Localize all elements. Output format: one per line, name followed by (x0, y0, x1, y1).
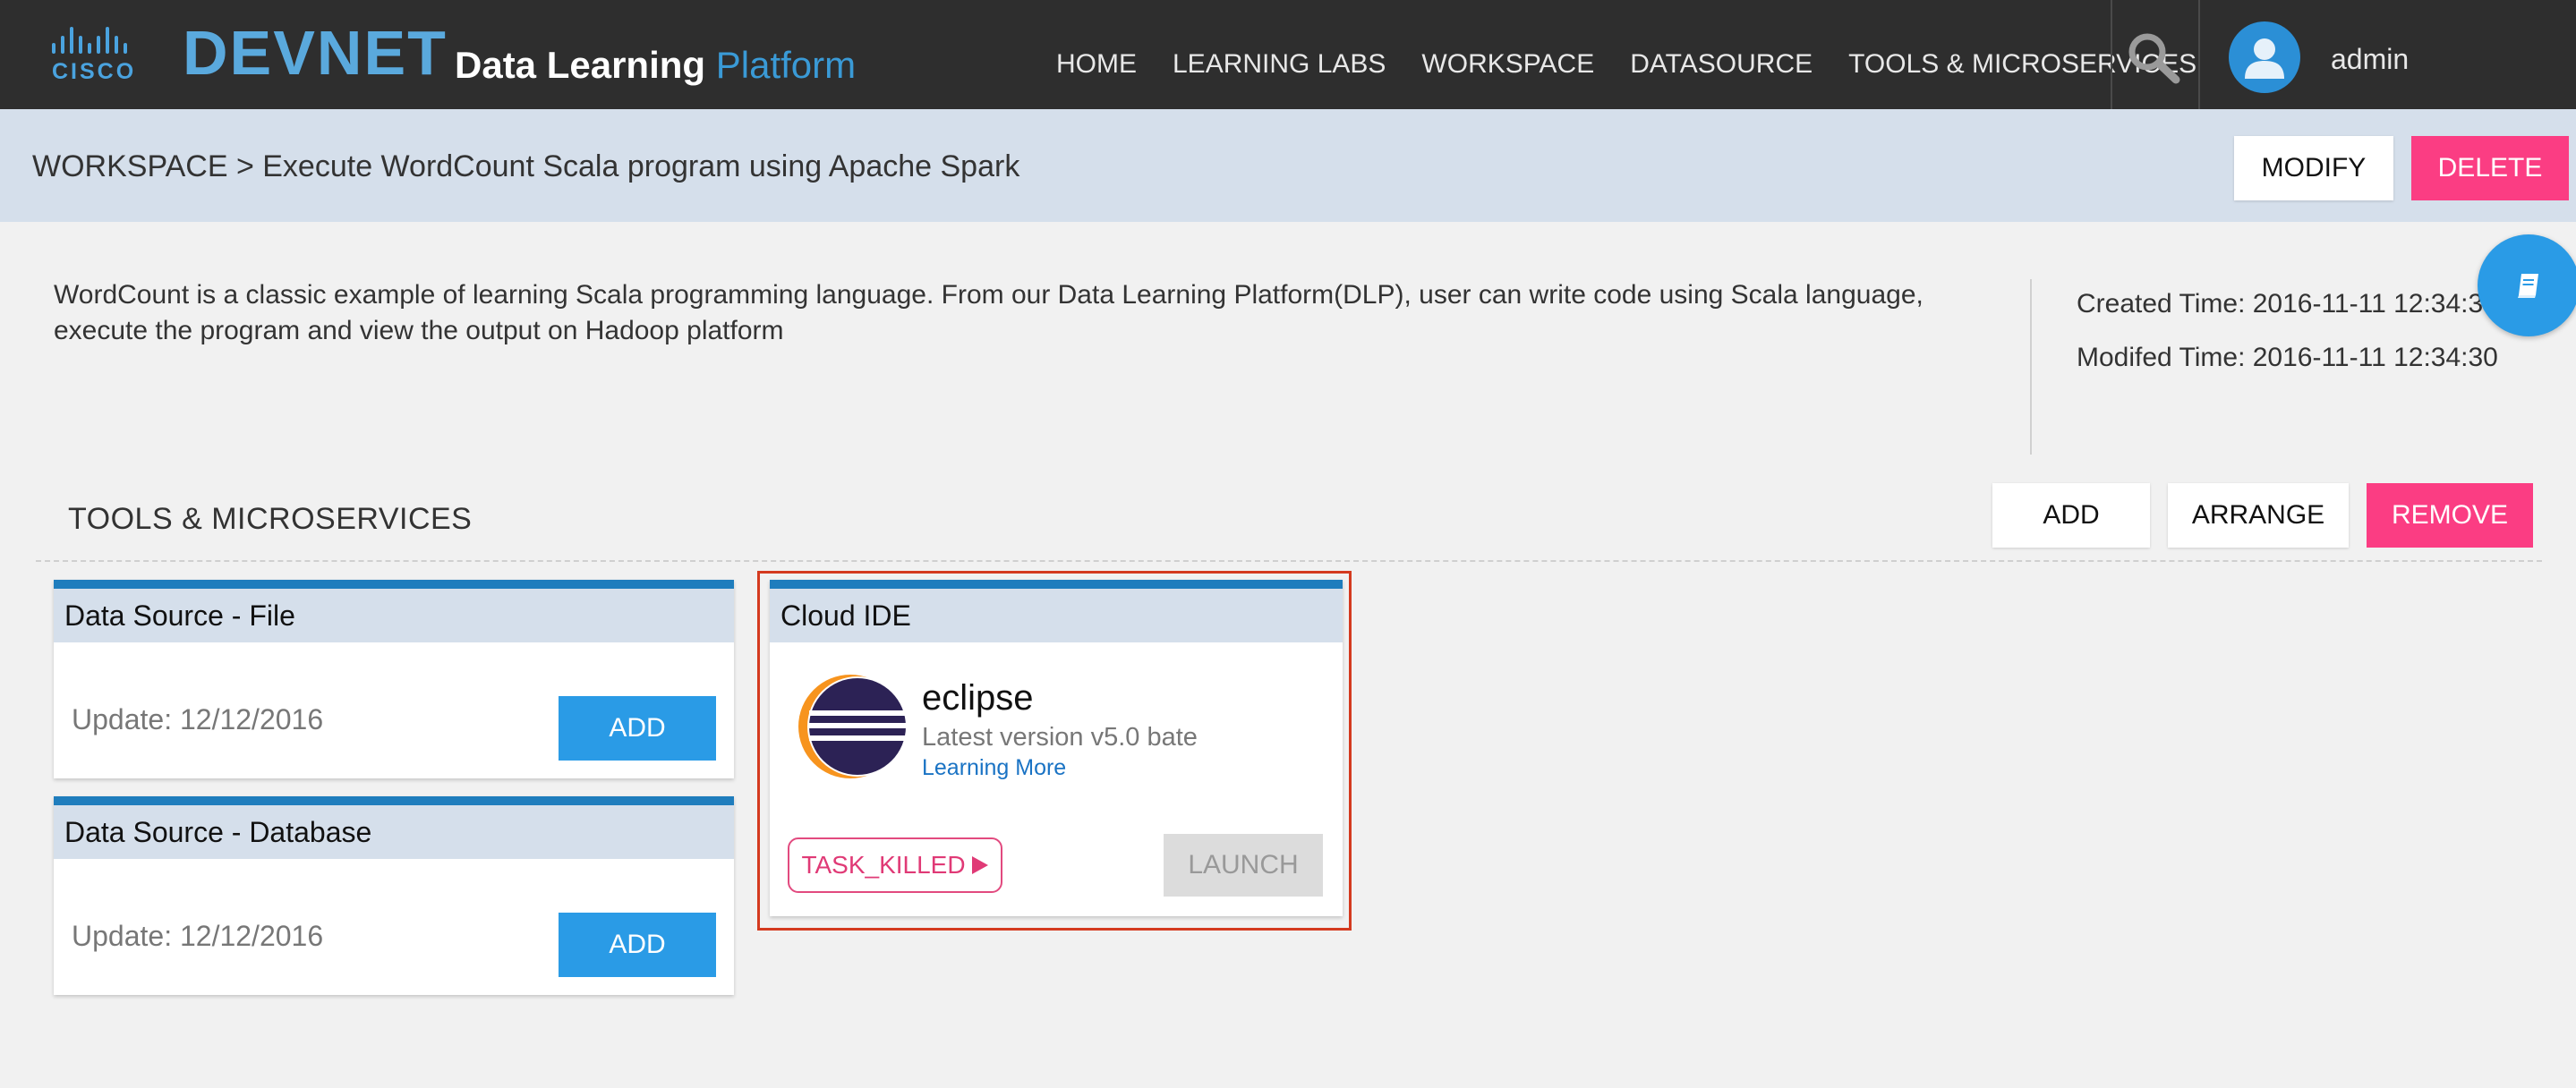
section-divider (36, 560, 2542, 562)
meta-divider (2030, 279, 2032, 455)
breadcrumb-bar: WORKSPACE > Execute WordCount Scala prog… (0, 109, 2576, 222)
nav-home[interactable]: HOME (1056, 47, 1137, 82)
user-avatar-icon[interactable] (2229, 21, 2300, 93)
platform-title: Data Learning Platform (455, 43, 856, 88)
modified-time: Modifed Time: 2016-11-11 12:34:30 (2077, 343, 2498, 372)
card-body: Update: 12/12/2016 ADD (54, 642, 734, 778)
add-datasource-database-button[interactable]: ADD (559, 913, 716, 977)
nav-datasource[interactable]: DATASOURCE (1630, 47, 1813, 82)
card-title: Data Source - File (54, 580, 734, 642)
user-name[interactable]: admin (2331, 41, 2409, 77)
main-nav: HOME LEARNING LABS WORKSPACE DATASOURCE … (1056, 47, 2196, 82)
nav-divider (2198, 0, 2200, 109)
remove-button[interactable]: REMOVE (2367, 483, 2533, 548)
cisco-bars-icon (52, 27, 152, 54)
nav-divider (2111, 0, 2112, 109)
cisco-logo[interactable]: CISCO (52, 27, 152, 86)
add-tool-button[interactable]: ADD (1992, 483, 2150, 548)
nav-learning-labs[interactable]: LEARNING LABS (1173, 47, 1386, 82)
card-body: Update: 12/12/2016 ADD (54, 859, 734, 995)
datasource-file-card: Data Source - File Update: 12/12/2016 AD… (54, 580, 734, 778)
search-icon[interactable] (2126, 30, 2181, 84)
devnet-logo[interactable]: DEVNET (183, 21, 448, 84)
breadcrumb: WORKSPACE > Execute WordCount Scala prog… (32, 149, 1020, 183)
cloud-ide-highlight-frame (757, 571, 1352, 931)
platform-title-bold: Data Learning (455, 44, 706, 86)
nav-workspace[interactable]: WORKSPACE (1421, 47, 1594, 82)
datasource-database-card: Data Source - Database Update: 12/12/201… (54, 796, 734, 995)
cisco-wordmark: CISCO (52, 59, 137, 84)
card-title: Data Source - Database (54, 796, 734, 859)
arrange-button[interactable]: ARRANGE (2168, 483, 2349, 548)
card-update-date: Update: 12/12/2016 (72, 920, 324, 952)
modify-button[interactable]: MODIFY (2234, 136, 2393, 200)
workspace-description: WordCount is a classic example of learni… (54, 280, 1923, 345)
platform-title-light: Platform (715, 44, 857, 86)
top-navbar: CISCO DEVNET Data Learning Platform HOME… (0, 0, 2576, 109)
book-fab-button[interactable] (2478, 234, 2576, 336)
book-icon (2518, 274, 2538, 298)
created-time: Created Time: 2016-11-11 12:34:30 (2077, 289, 2498, 319)
section-title: TOOLS & MICROSERVICES (68, 502, 473, 536)
add-datasource-file-button[interactable]: ADD (559, 696, 716, 761)
delete-button[interactable]: DELETE (2411, 136, 2569, 200)
card-update-date: Update: 12/12/2016 (72, 703, 324, 735)
